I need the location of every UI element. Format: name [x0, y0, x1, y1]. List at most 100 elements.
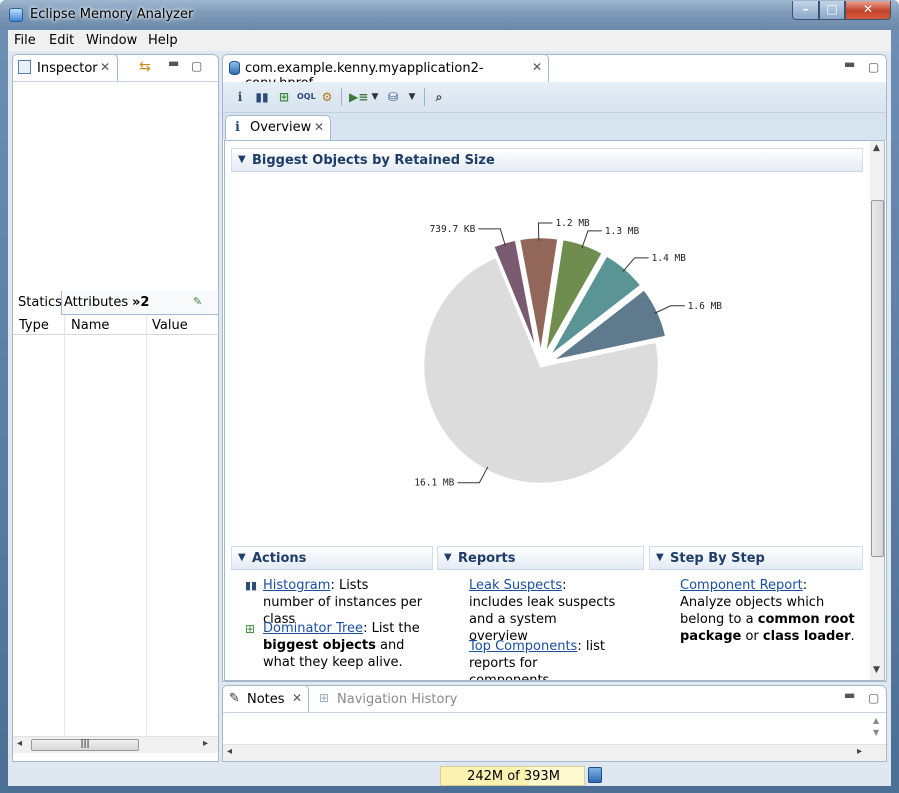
- scroll-thumb[interactable]: [871, 200, 884, 557]
- collapse-icon[interactable]: ▼: [238, 552, 246, 563]
- workbench: Inspector ✕ ⇆ ▬ ▢ Statics Attributes »2 …: [8, 51, 891, 786]
- reports-header[interactable]: ▼ Reports: [437, 546, 644, 570]
- step-by-step-header[interactable]: ▼ Step By Step: [649, 546, 863, 570]
- dominator-tree-icon[interactable]: ⊞: [276, 89, 292, 105]
- slice-label: 1.3 MB: [605, 226, 640, 237]
- collapse-icon[interactable]: ▼: [656, 552, 664, 563]
- dropdown-arrow-icon[interactable]: ▼: [367, 89, 383, 105]
- minimize-view-icon[interactable]: ▬: [844, 57, 855, 71]
- column-name[interactable]: Name: [71, 318, 109, 333]
- scroll-right-icon[interactable]: ▸: [857, 746, 862, 757]
- query-browser-icon[interactable]: ⛁: [385, 89, 401, 105]
- notes-view: ✎ Notes ✕ ⊞ Navigation History ▬ ▢ ▲ ▼ ◂…: [222, 685, 887, 762]
- settings-icon[interactable]: ⚙: [319, 89, 335, 105]
- heap-status-label: 242M of 393M: [467, 769, 560, 784]
- dominator-tree-link[interactable]: Dominator Tree: [263, 621, 363, 636]
- run-report-icon[interactable]: ▶≡: [349, 89, 368, 105]
- tab-inspector[interactable]: Inspector ✕: [12, 54, 118, 81]
- notes-hscroll[interactable]: ◂ ▸: [223, 744, 886, 761]
- slice-label: 739.7 KB: [430, 224, 476, 235]
- toolbar-separator: [341, 88, 342, 106]
- menu-window[interactable]: Window: [86, 33, 137, 48]
- overview-page: ▼ Biggest Objects by Retained Size 739.7…: [224, 140, 885, 681]
- component-report-desc-mid: or: [741, 629, 763, 644]
- close-icon[interactable]: ✕: [314, 120, 324, 134]
- maximize-button[interactable]: □: [819, 1, 845, 20]
- close-icon[interactable]: ✕: [100, 60, 110, 74]
- maximize-view-icon[interactable]: ▢: [868, 691, 879, 705]
- collapse-icon[interactable]: ▼: [238, 154, 246, 165]
- scroll-up-icon[interactable]: ▲: [873, 143, 880, 153]
- notes-pencil-icon: ✎: [229, 691, 240, 706]
- history-icon: ⊞: [319, 691, 330, 705]
- scroll-down-icon[interactable]: ▼: [873, 728, 879, 737]
- menu-help[interactable]: Help: [148, 33, 178, 48]
- sync-icon[interactable]: ⇆: [139, 59, 151, 75]
- overview-vscroll[interactable]: ▲ ▼: [870, 141, 884, 680]
- leak-suspects-link[interactable]: Leak Suspects: [469, 578, 562, 593]
- scroll-left-icon[interactable]: ◂: [17, 738, 22, 749]
- menu-file[interactable]: File: [14, 33, 36, 48]
- actions-header[interactable]: ▼ Actions: [231, 546, 433, 570]
- minimize-view-icon[interactable]: ▬: [168, 56, 179, 70]
- top-components-link[interactable]: Top Components: [469, 639, 577, 654]
- menu-edit[interactable]: Edit: [49, 33, 74, 48]
- info-icon: i: [235, 120, 240, 135]
- component-report-step: Component Report: Analyze objects which …: [680, 577, 855, 645]
- editor-toolbar: i ▮▮ ⊞ OQL ⚙ ▶≡ ▼ ⛁ ▼ ⌕: [223, 82, 886, 113]
- maximize-view-icon[interactable]: ▢: [868, 60, 879, 74]
- minimize-button[interactable]: –: [792, 1, 819, 20]
- dropdown-arrow-icon[interactable]: ▼: [404, 89, 420, 105]
- oql-icon[interactable]: OQL: [297, 89, 316, 105]
- inspector-hscroll[interactable]: ◂ ||| ▸: [13, 736, 218, 753]
- histogram-icon: ▮▮: [245, 579, 258, 592]
- application-window: Eclipse Memory Analyzer – □ ✕ File Edit …: [0, 0, 899, 793]
- tab-heap-dump[interactable]: com.example.kenny.myapplication2-conv.hp…: [222, 54, 549, 91]
- close-icon[interactable]: ✕: [532, 60, 542, 74]
- column-value[interactable]: Value: [152, 318, 188, 333]
- inspector-view: Inspector ✕ ⇆ ▬ ▢ Statics Attributes »2 …: [12, 54, 219, 762]
- trash-icon[interactable]: [588, 767, 602, 783]
- slice-label: 1.4 MB: [652, 253, 687, 264]
- component-report-link[interactable]: Component Report: [680, 578, 803, 593]
- editor-inner-tabs: i Overview ✕: [223, 113, 886, 140]
- tab-attributes[interactable]: Attributes: [64, 295, 128, 310]
- scroll-right-icon[interactable]: ▸: [203, 738, 208, 749]
- title-bar[interactable]: Eclipse Memory Analyzer – □ ✕: [0, 0, 899, 30]
- tab-overview[interactable]: i Overview ✕: [225, 115, 331, 140]
- slice-label: 1.2 MB: [555, 218, 590, 229]
- scroll-down-icon[interactable]: ▼: [873, 665, 880, 675]
- heap-dump-editor: com.example.kenny.myapplication2-conv.hp…: [222, 54, 887, 682]
- slice-label: 1.6 MB: [688, 301, 723, 312]
- biggest-objects-header[interactable]: ▼ Biggest Objects by Retained Size: [231, 148, 863, 172]
- reports-title: Reports: [458, 551, 516, 566]
- scroll-left-icon[interactable]: ◂: [227, 746, 232, 757]
- status-bar: 242M of 393M: [8, 762, 891, 786]
- tab-navigation-history[interactable]: Navigation History: [337, 692, 458, 707]
- client-area: File Edit Window Help Inspector ✕ ⇆ ▬ ▢ …: [8, 30, 891, 786]
- step-by-step-title: Step By Step: [670, 551, 765, 566]
- more-tabs[interactable]: »2: [132, 295, 149, 310]
- leak-suspects-report: Leak Suspects: includes leak suspects an…: [469, 577, 619, 645]
- histogram-link[interactable]: Histogram: [263, 578, 330, 593]
- toolbar-separator: [424, 88, 425, 106]
- pin-icon[interactable]: ✎: [193, 295, 202, 308]
- heap-status[interactable]: 242M of 393M: [440, 766, 585, 786]
- close-button[interactable]: ✕: [845, 1, 891, 20]
- tab-notes[interactable]: ✎ Notes ✕: [222, 685, 309, 712]
- inspector-subtabs: Statics Attributes »2 ✎: [13, 291, 218, 315]
- tab-notes-label: Notes: [247, 692, 285, 707]
- database-icon: [229, 61, 240, 75]
- search-icon[interactable]: ⌕: [431, 89, 447, 105]
- info-icon[interactable]: i: [232, 89, 248, 105]
- maximize-view-icon[interactable]: ▢: [191, 59, 202, 73]
- component-report-bold: class loader: [762, 629, 851, 644]
- collapse-icon[interactable]: ▼: [444, 552, 452, 563]
- histogram-icon[interactable]: ▮▮: [254, 89, 270, 105]
- column-type[interactable]: Type: [19, 318, 49, 333]
- minimize-view-icon[interactable]: ▬: [844, 688, 855, 702]
- scroll-up-icon[interactable]: ▲: [873, 716, 879, 725]
- scroll-thumb[interactable]: |||: [31, 739, 139, 751]
- close-icon[interactable]: ✕: [292, 691, 302, 705]
- magnifier-icon: [18, 60, 31, 74]
